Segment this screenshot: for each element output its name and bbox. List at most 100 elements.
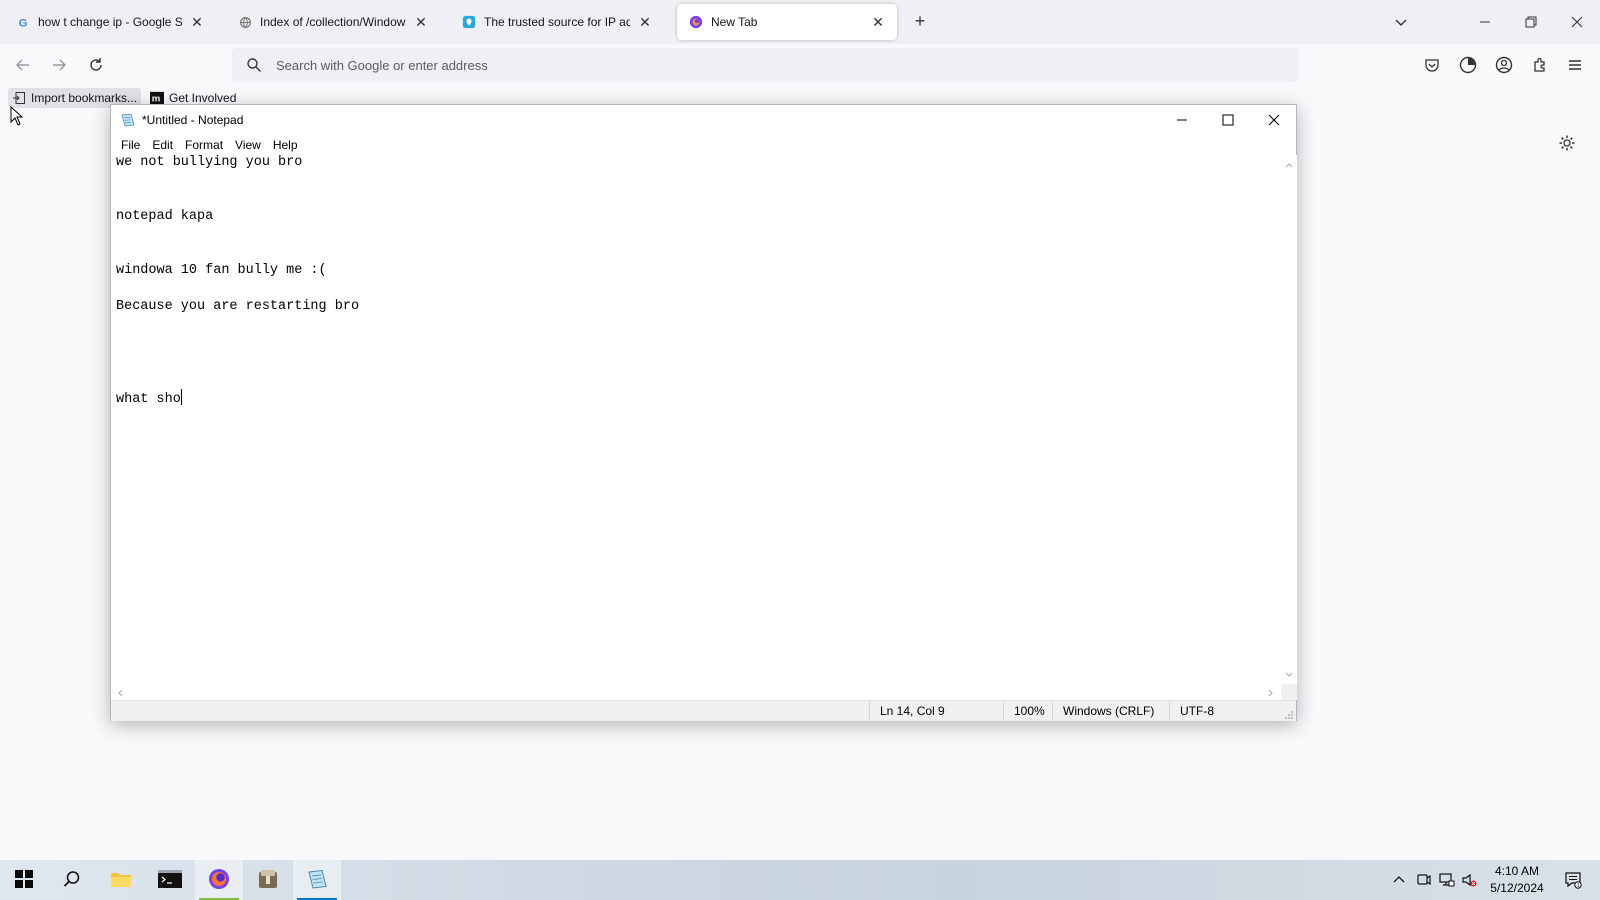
text-caret [180, 389, 182, 405]
list-all-tabs-icon[interactable] [1393, 14, 1409, 30]
mouse-pointer-icon [10, 105, 26, 128]
mdn-icon: m [150, 91, 164, 105]
taskbar-archive-app[interactable] [244, 860, 292, 900]
menu-help[interactable]: Help [267, 135, 304, 155]
horizontal-scrollbar[interactable] [111, 684, 1281, 700]
text-line: windowa 10 fan bully me :( [116, 263, 327, 278]
text-line-current: what sho [116, 389, 182, 407]
import-icon [12, 91, 26, 105]
scroll-down-icon[interactable] [1284, 669, 1294, 679]
firefox-icon [689, 15, 703, 29]
bookmark-label: Import bookmarks... [31, 91, 138, 105]
notepad-minimize-icon[interactable] [1159, 105, 1205, 135]
volume-muted-icon[interactable] [1458, 860, 1480, 900]
status-cursor-position: Ln 14, Col 9 [869, 701, 1003, 722]
taskbar-firefox[interactable] [195, 860, 243, 900]
menu-edit[interactable]: Edit [146, 135, 179, 155]
show-hidden-icons-chevron-icon[interactable] [1388, 860, 1410, 900]
start-icon [15, 869, 33, 891]
close-icon[interactable] [1566, 11, 1588, 33]
vpn-icon[interactable] [1457, 54, 1479, 76]
gear-icon[interactable] [1558, 134, 1578, 154]
scroll-up-icon[interactable] [1284, 159, 1294, 169]
taskbar-search-button[interactable] [48, 860, 96, 900]
google-icon: G [16, 15, 30, 29]
notepad-maximize-icon[interactable] [1205, 105, 1251, 135]
search-icon [63, 870, 81, 891]
archive-icon [257, 868, 279, 893]
restore-icon[interactable] [1520, 11, 1542, 33]
search-icon [244, 55, 264, 75]
network-icon[interactable] [1436, 860, 1458, 900]
status-zoom: 100% [1003, 701, 1052, 722]
file-explorer-icon [110, 870, 132, 891]
tab-index-collection[interactable]: Index of /collection/Windows E ✕ [226, 4, 440, 40]
clock-time: 4:10 AM [1494, 864, 1540, 878]
pocket-icon[interactable] [1421, 54, 1443, 76]
address-input[interactable] [276, 57, 1176, 73]
start-button[interactable] [0, 860, 48, 900]
taskbar-file-explorer[interactable] [97, 860, 145, 900]
tab-new-tab[interactable]: New Tab ✕ [677, 4, 897, 40]
tab-title: how t change ip - Google Search [38, 15, 182, 29]
tab-ip-source[interactable]: The trusted source for IP address ✕ [450, 4, 664, 40]
location-pin-icon [462, 15, 476, 29]
text-line: we not bullying you bro [116, 155, 303, 170]
taskbar-terminal[interactable] [146, 860, 194, 900]
navigation-toolbar [0, 44, 1600, 86]
svg-text:G: G [18, 17, 27, 28]
minimize-icon[interactable] [1474, 11, 1496, 33]
menu-view[interactable]: View [229, 135, 267, 155]
status-line-ending: Windows (CRLF) [1052, 701, 1169, 722]
scrollbar-corner [1281, 684, 1297, 700]
menu-format[interactable]: Format [179, 135, 229, 155]
current-line-text: what sho [116, 392, 181, 407]
tab-title: New Tab [711, 15, 758, 29]
meet-now-icon[interactable] [1413, 860, 1435, 900]
notepad-text-area[interactable]: we not bullying you bro notepad kapa win… [111, 155, 1281, 684]
text-line: notepad kapa [116, 209, 214, 224]
forward-arrow-icon[interactable] [48, 54, 70, 76]
bookmark-label: Get Involved [169, 91, 237, 105]
taskbar-notepad[interactable] [293, 860, 341, 900]
clock-date: 5/12/2024 [1490, 881, 1544, 895]
new-tab-button[interactable]: + [910, 12, 930, 32]
reload-icon[interactable] [85, 54, 107, 76]
tab-title: The trusted source for IP address [484, 15, 630, 29]
taskbar-clock[interactable]: 4:10 AM 5/12/2024 [1478, 863, 1556, 897]
browser-tab-strip: G how t change ip - Google Search ✕ Inde… [0, 0, 1600, 44]
text-line: Because you are restarting bro [116, 299, 360, 314]
svg-text:m: m [152, 94, 161, 105]
close-tab-icon[interactable]: ✕ [412, 13, 430, 31]
notepad-menubar: File Edit Format View Help [111, 135, 1296, 155]
status-encoding: UTF-8 [1169, 701, 1297, 722]
resize-grip-icon[interactable] [1284, 709, 1294, 719]
taskbar: 4:10 AM 5/12/2024 1 [0, 860, 1600, 900]
notepad-window[interactable]: *Untitled - Notepad File Edit Format Vie… [110, 104, 1297, 722]
notepad-title: *Untitled - Notepad [142, 113, 244, 127]
notepad-icon [306, 868, 328, 893]
tab-title: Index of /collection/Windows E [260, 15, 406, 29]
notepad-status-bar: Ln 14, Col 9 100% Windows (CRLF) UTF-8 [111, 700, 1297, 722]
account-icon[interactable] [1493, 54, 1515, 76]
notepad-titlebar[interactable]: *Untitled - Notepad [111, 105, 1296, 135]
hamburger-menu-icon[interactable] [1564, 54, 1586, 76]
action-center-icon[interactable]: 1 [1558, 860, 1588, 900]
back-arrow-icon[interactable] [12, 54, 34, 76]
firefox-icon [207, 867, 231, 894]
tab-google-search[interactable]: G how t change ip - Google Search ✕ [4, 4, 216, 40]
vertical-scrollbar[interactable] [1281, 155, 1297, 684]
terminal-icon [158, 869, 182, 891]
close-tab-icon[interactable]: ✕ [636, 13, 654, 31]
close-tab-icon[interactable]: ✕ [188, 13, 206, 31]
address-bar[interactable] [232, 48, 1298, 82]
scroll-left-icon[interactable] [115, 687, 125, 697]
menu-file[interactable]: File [115, 135, 146, 155]
notepad-icon [120, 112, 136, 128]
extensions-icon[interactable] [1529, 54, 1551, 76]
notepad-close-icon[interactable] [1251, 105, 1297, 135]
svg-text:1: 1 [1577, 883, 1580, 889]
close-tab-icon[interactable]: ✕ [869, 13, 887, 31]
globe-icon [238, 15, 252, 29]
scroll-right-icon[interactable] [1266, 687, 1276, 697]
